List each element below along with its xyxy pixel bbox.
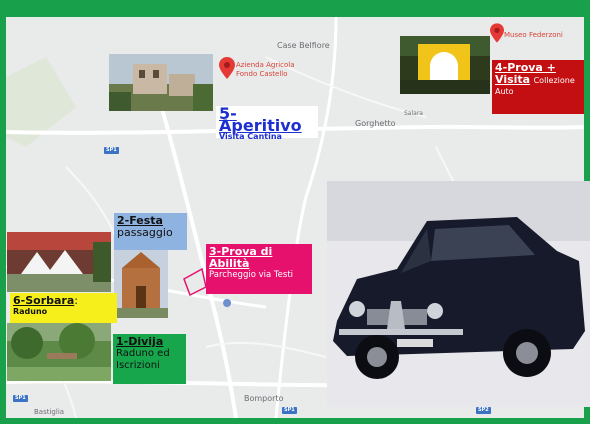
stop-number: 5-Aperitivo: [219, 104, 302, 135]
place-gorghetto: Gorghetto: [355, 119, 396, 128]
stop-detail: Raduno: [13, 307, 48, 316]
stop-detail: passaggio: [117, 226, 173, 239]
stop-number-line2: Visita: [495, 73, 531, 86]
highway-shield: SP2: [476, 407, 491, 414]
pin-label-museo: Museo Federzoni: [504, 31, 563, 39]
pin-label-azienda: Azienda Agricola Fondo Castello: [236, 61, 295, 78]
highway-shield: SP1: [104, 147, 119, 154]
stop-number: 6-Sorbara: [13, 294, 75, 307]
photo-classic-car: [327, 181, 590, 407]
stop-detail: Raduno ed: [116, 348, 170, 359]
place-case-belfiore: Case Belfiore: [277, 41, 330, 50]
photo-event-tents: [7, 232, 111, 292]
place-salara: Salara: [404, 110, 423, 117]
stop-number-suffix: :: [74, 294, 78, 307]
location-pin-icon[interactable]: [219, 57, 235, 79]
map-frame: Case Belfiore Gorghetto Salara Bomporto …: [0, 0, 590, 424]
stop-label-sorbara[interactable]: 6-Sorbara: Raduno: [10, 293, 117, 323]
photo-museum: [400, 36, 490, 94]
stop-label-festa[interactable]: 2-Festa passaggio: [114, 213, 187, 250]
stop-detail: Collezione: [533, 76, 575, 85]
place-bomporto: Bomporto: [244, 394, 284, 403]
photo-farmhouse: [109, 54, 213, 111]
photo-church: [114, 248, 168, 318]
stop-number: 1-Divija: [116, 335, 164, 348]
stop-detail-line2: Iscrizioni: [116, 360, 160, 371]
highway-shield: SP1: [282, 407, 297, 414]
stop-label-divija[interactable]: 1-Divija Raduno ed Iscrizioni: [113, 334, 186, 384]
stop-number-line2: Abilità: [209, 257, 250, 270]
stop-detail-line2: Auto: [495, 87, 514, 96]
stop-label-aperitivo[interactable]: 5-Aperitivo Visita Cantina: [216, 104, 318, 141]
place-bastiglia: Bastiglia: [34, 408, 65, 416]
stop-label-prova-visita[interactable]: 4-Prova + Visita Collezione Auto: [492, 60, 584, 114]
stop-label-prova-abilita[interactable]: 3-Prova di Abilità Parcheggio via Testi: [206, 244, 312, 294]
stop-detail: Parcheggio via Testi: [209, 270, 294, 280]
highway-shield: SP1: [13, 395, 28, 402]
photo-park: [7, 323, 111, 381]
location-pin-icon[interactable]: [490, 23, 504, 43]
